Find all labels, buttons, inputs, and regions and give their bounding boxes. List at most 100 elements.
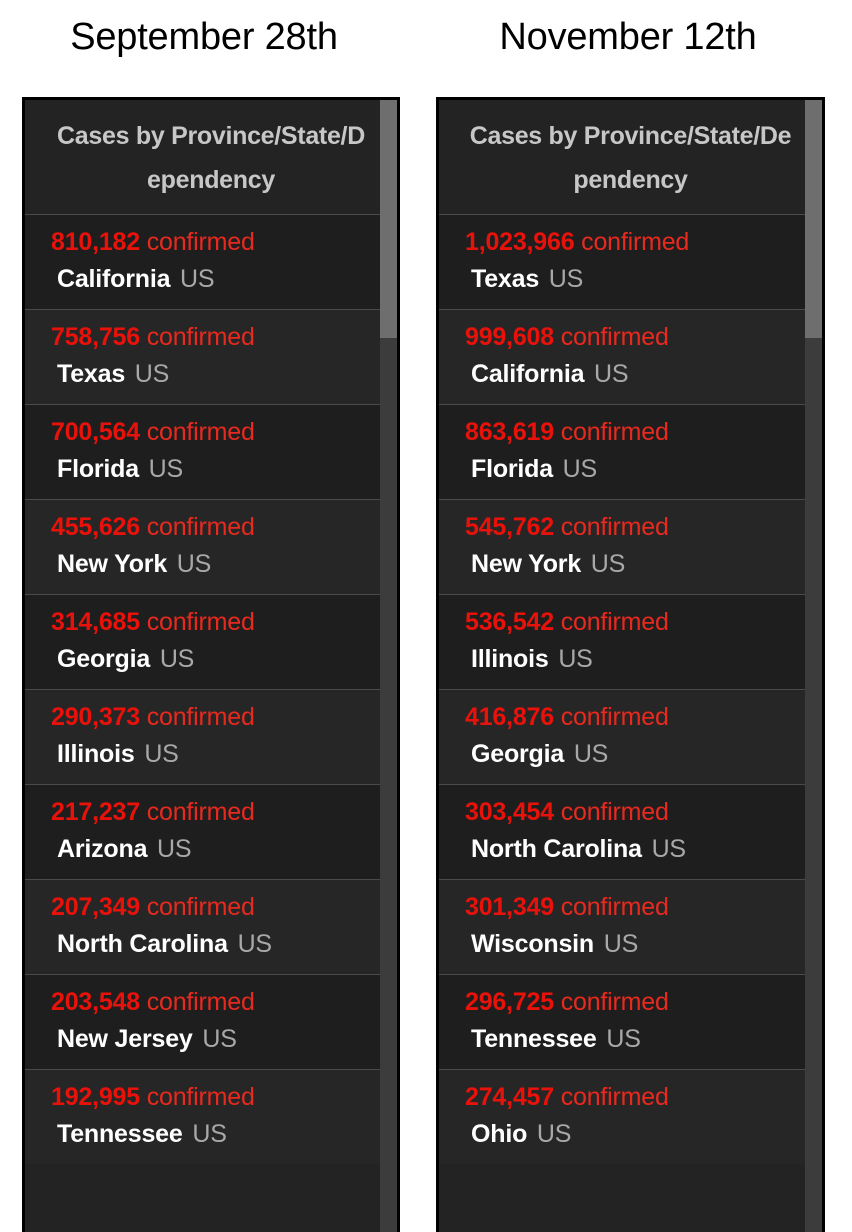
table-row[interactable]: 290,373 confirmed Illinois US [25,689,397,784]
table-row[interactable]: 416,876 confirmed Georgia US [439,689,822,784]
scrollbar-thumb-left[interactable] [380,100,397,338]
row-place-name: New Jersey [57,1025,193,1053]
row-confirmed-count: 999,608 [465,323,554,351]
row-country-name: US [567,740,609,768]
row-confirmed-label: confirmed [553,513,669,541]
row-count-line: 810,182 confirmed [51,224,371,261]
row-confirmed-label: confirmed [139,703,255,731]
table-row[interactable]: 192,995 confirmed Tennessee US [25,1069,397,1164]
row-country-name: US [530,1120,572,1148]
row-count-line: 290,373 confirmed [51,699,371,736]
row-confirmed-label: confirmed [553,1083,669,1111]
table-row[interactable]: 700,564 confirmed Florida US [25,404,397,499]
row-confirmed-label: confirmed [553,323,669,351]
scrollbar-thumb-right[interactable] [805,100,822,338]
row-confirmed-count: 203,548 [51,988,140,1016]
row-count-line: 758,756 confirmed [51,319,371,356]
column-title-right: November 12th [499,16,757,58]
row-confirmed-count: 700,564 [51,418,140,446]
table-row[interactable]: 999,608 confirmed California US [439,309,822,404]
row-count-line: 296,725 confirmed [465,984,796,1021]
row-confirmed-count: 290,373 [51,703,140,731]
table-row[interactable]: 303,454 confirmed North Carolina US [439,784,822,879]
table-row[interactable]: 1,023,966 confirmed Texas US [439,214,822,309]
row-confirmed-label: confirmed [553,893,669,921]
table-row[interactable]: 758,756 confirmed Texas US [25,309,397,404]
row-place-line: Florida US [51,451,371,488]
scrollbar-right[interactable] [805,100,822,1232]
table-row[interactable]: 217,237 confirmed Arizona US [25,784,397,879]
row-country-name: US [555,455,598,483]
scrollbar-left[interactable] [380,100,397,1232]
row-country-name: US [587,360,629,388]
row-confirmed-count: 545,762 [465,513,554,541]
row-confirmed-count: 314,685 [51,608,140,636]
row-count-line: 207,349 confirmed [51,889,371,926]
row-place-line: Illinois US [465,641,796,678]
row-place-name: Illinois [57,740,135,768]
row-country-name: US [141,455,184,483]
row-country-name: US [230,930,273,958]
row-place-line: Texas US [465,261,796,298]
table-row[interactable]: 207,349 confirmed North Carolina US [25,879,397,974]
table-row[interactable]: 545,762 confirmed New York US [439,499,822,594]
table-row[interactable]: 296,725 confirmed Tennessee US [439,974,822,1069]
row-confirmed-count: 207,349 [51,893,140,921]
row-confirmed-count: 303,454 [465,798,554,826]
table-row[interactable]: 536,542 confirmed Illinois US [439,594,822,689]
row-count-line: 274,457 confirmed [465,1079,796,1116]
row-place-line: Texas US [51,356,371,393]
row-confirmed-label: confirmed [139,608,255,636]
table-row[interactable]: 314,685 confirmed Georgia US [25,594,397,689]
row-count-line: 203,548 confirmed [51,984,371,1021]
table-row[interactable]: 301,349 confirmed Wisconsin US [439,879,822,974]
row-confirmed-count: 758,756 [51,323,140,351]
row-count-line: 301,349 confirmed [465,889,796,926]
row-confirmed-count: 810,182 [51,228,140,256]
row-place-line: New Jersey US [51,1021,371,1058]
row-place-line: North Carolina US [51,926,371,963]
row-count-line: 863,619 confirmed [465,414,796,451]
row-place-line: North Carolina US [465,831,796,868]
row-place-line: New York US [465,546,796,583]
row-country-name: US [542,265,584,293]
row-confirmed-count: 455,626 [51,513,140,541]
row-country-name: US [173,265,215,293]
row-country-name: US [644,835,687,863]
row-place-line: California US [51,261,371,298]
row-count-line: 303,454 confirmed [465,794,796,831]
table-row[interactable]: 455,626 confirmed New York US [25,499,397,594]
cases-list-left[interactable]: 810,182 confirmed California US 758,756 co… [25,214,397,1164]
row-confirmed-label: confirmed [139,513,255,541]
row-confirmed-label: confirmed [139,798,255,826]
row-confirmed-label: confirmed [553,988,669,1016]
row-place-name: Wisconsin [471,930,594,958]
row-count-line: 217,237 confirmed [51,794,371,831]
row-place-line: New York US [51,546,371,583]
row-count-line: 192,995 confirmed [51,1079,371,1116]
cases-list-right[interactable]: 1,023,966 confirmed Texas US 999,608 confi… [439,214,822,1164]
row-country-name: US [551,645,593,673]
cases-panel-right: Cases by Province/State/Dependency 1,023… [436,97,825,1232]
row-country-name: US [150,835,192,863]
table-row[interactable]: 203,548 confirmed New Jersey US [25,974,397,1069]
row-confirmed-label: confirmed [553,608,669,636]
row-place-line: Ohio US [465,1116,796,1153]
row-place-name: Texas [471,265,540,293]
row-confirmed-count: 863,619 [465,418,554,446]
table-row[interactable]: 810,182 confirmed California US [25,214,397,309]
row-confirmed-label: confirmed [139,988,255,1016]
row-place-name: Tennessee [57,1120,183,1148]
row-place-line: Wisconsin US [465,926,796,963]
row-place-name: Tennessee [471,1025,597,1053]
row-place-name: Illinois [471,645,549,673]
comparison-column-left: September 28th Cases by Province/State/D… [0,0,426,1232]
row-confirmed-count: 296,725 [465,988,554,1016]
row-place-name: Ohio [471,1120,528,1148]
row-confirmed-label: confirmed [574,228,690,256]
table-row[interactable]: 274,457 confirmed Ohio US [439,1069,822,1164]
cases-panel-left-header: Cases by Province/State/Dependency [57,122,365,194]
table-row[interactable]: 863,619 confirmed Florida US [439,404,822,499]
row-country-name: US [185,1120,227,1148]
row-confirmed-label: confirmed [139,893,255,921]
